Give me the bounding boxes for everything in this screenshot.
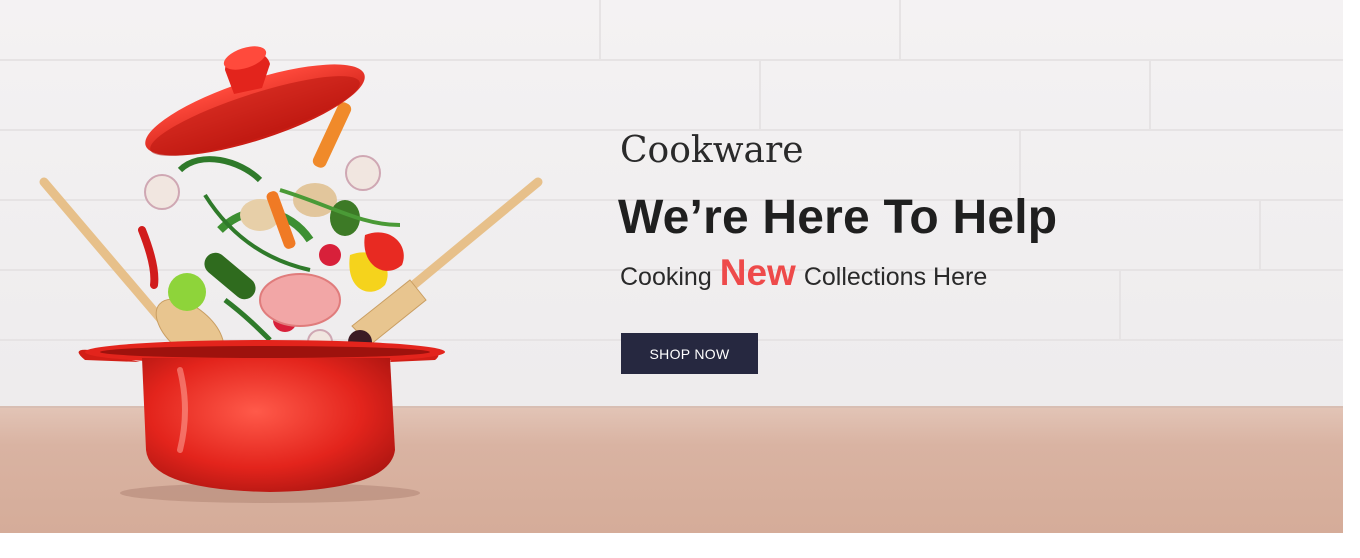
- cooking-pot-illustration: [39, 46, 543, 503]
- tagline-after: Collections Here: [803, 263, 988, 291]
- red-pot: [78, 340, 445, 492]
- tagline-before: Cooking: [620, 263, 712, 291]
- hero-tagline: Cooking New Collections Here: [620, 252, 987, 294]
- tagline-highlight: New: [719, 252, 796, 293]
- hero-headline: We’re Here To Help: [618, 191, 1058, 244]
- hero-banner: Cookware We’re Here To Help Cooking New Co…: [0, 0, 1343, 533]
- brand-title: Cookware: [620, 130, 804, 171]
- shop-now-button[interactable]: SHOP NOW: [621, 333, 758, 374]
